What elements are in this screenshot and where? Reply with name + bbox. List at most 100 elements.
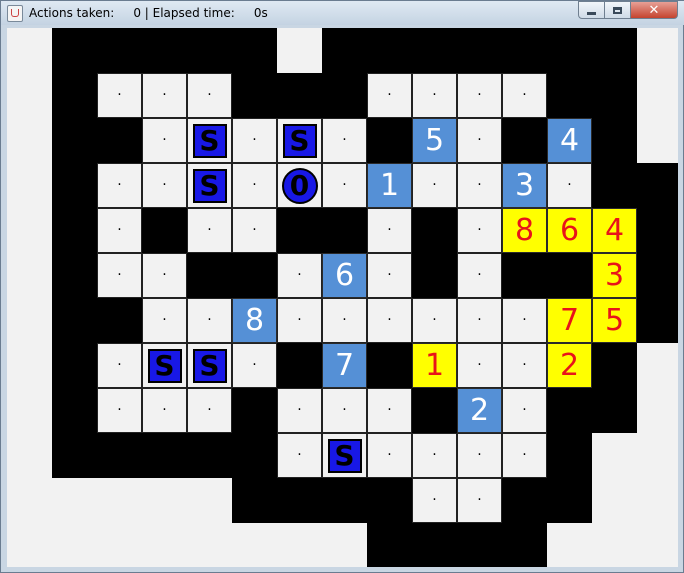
floor-cell[interactable]: · (142, 388, 187, 433)
wall-cell (547, 388, 592, 433)
empty-cell (187, 523, 232, 567)
zero-piece[interactable]: 0 (277, 163, 322, 208)
floor-cell[interactable]: · (457, 73, 502, 118)
floor-cell[interactable]: · (457, 253, 502, 298)
s-piece[interactable]: S (187, 163, 232, 208)
floor-cell[interactable]: · (412, 298, 457, 343)
floor-cell[interactable]: · (187, 298, 232, 343)
close-button[interactable]: ✕ (630, 1, 678, 19)
floor-cell[interactable]: · (502, 388, 547, 433)
blue-number-tile[interactable]: 5 (412, 118, 457, 163)
yellow-number-tile[interactable]: 8 (502, 208, 547, 253)
floor-cell[interactable]: · (367, 253, 412, 298)
blue-number-tile[interactable]: 8 (232, 298, 277, 343)
floor-cell[interactable]: · (322, 163, 367, 208)
empty-cell (637, 433, 678, 478)
floor-cell[interactable]: · (412, 73, 457, 118)
floor-cell[interactable]: · (142, 118, 187, 163)
floor-cell[interactable]: · (142, 163, 187, 208)
floor-cell[interactable]: · (322, 298, 367, 343)
floor-cell[interactable]: · (97, 73, 142, 118)
floor-cell[interactable]: · (187, 388, 232, 433)
wall-cell (367, 28, 412, 73)
floor-cell[interactable]: · (232, 208, 277, 253)
s-piece[interactable]: S (187, 118, 232, 163)
title-bar[interactable]: Actions taken: 0 | Elapsed time: 0s ✕ (1, 1, 684, 25)
floor-cell[interactable]: · (412, 163, 457, 208)
blue-number-tile[interactable]: 2 (457, 388, 502, 433)
floor-cell[interactable]: · (97, 388, 142, 433)
floor-cell[interactable]: · (97, 208, 142, 253)
floor-cell[interactable]: · (277, 433, 322, 478)
floor-cell[interactable]: · (322, 388, 367, 433)
s-piece[interactable]: S (322, 433, 367, 478)
floor-cell[interactable]: · (547, 163, 592, 208)
s-piece[interactable]: S (142, 343, 187, 388)
blue-number-tile[interactable]: 3 (502, 163, 547, 208)
floor-cell[interactable]: · (277, 298, 322, 343)
floor-cell[interactable]: · (322, 118, 367, 163)
floor-cell[interactable]: · (412, 433, 457, 478)
wall-cell (412, 523, 457, 567)
wall-cell (322, 73, 367, 118)
empty-cell (637, 388, 678, 433)
floor-cell[interactable]: · (457, 343, 502, 388)
floor-cell[interactable]: · (232, 163, 277, 208)
s-piece[interactable]: S (187, 343, 232, 388)
blue-number-tile[interactable]: 1 (367, 163, 412, 208)
s-piece[interactable]: S (277, 118, 322, 163)
floor-cell[interactable]: · (367, 208, 412, 253)
yellow-number-tile[interactable]: 5 (592, 298, 637, 343)
floor-cell[interactable]: · (367, 298, 412, 343)
floor-cell[interactable]: · (457, 208, 502, 253)
floor-dot: · (162, 266, 167, 283)
empty-cell (142, 523, 187, 567)
floor-cell[interactable]: · (502, 298, 547, 343)
floor-cell[interactable]: · (367, 388, 412, 433)
blue-number-tile[interactable]: 7 (322, 343, 367, 388)
game-board[interactable]: · · · · · · · · S · S · 5 · 4 · · S · 0 · 1 · · 3 · · · · · · 8 6 4 · · · 6 · ·… (7, 28, 678, 567)
floor-cell[interactable]: · (232, 118, 277, 163)
empty-cell (7, 253, 52, 298)
floor-cell[interactable]: · (232, 343, 277, 388)
wall-cell (412, 208, 457, 253)
yellow-number-tile[interactable]: 3 (592, 253, 637, 298)
floor-cell[interactable]: · (97, 163, 142, 208)
floor-cell[interactable]: · (367, 433, 412, 478)
floor-dot: · (387, 446, 392, 463)
floor-cell[interactable]: · (457, 433, 502, 478)
floor-cell[interactable]: · (457, 298, 502, 343)
floor-cell[interactable]: · (412, 478, 457, 523)
yellow-number-tile[interactable]: 7 (547, 298, 592, 343)
floor-cell[interactable]: · (367, 73, 412, 118)
floor-cell[interactable]: · (502, 73, 547, 118)
floor-cell[interactable]: · (142, 73, 187, 118)
minimize-button[interactable] (578, 1, 605, 19)
yellow-number-tile[interactable]: 4 (592, 208, 637, 253)
floor-cell[interactable]: · (97, 253, 142, 298)
yellow-number-tile[interactable]: 2 (547, 343, 592, 388)
wall-cell (187, 433, 232, 478)
floor-cell[interactable]: · (142, 253, 187, 298)
floor-cell[interactable]: · (457, 478, 502, 523)
floor-dot: · (522, 311, 527, 328)
blue-number-tile[interactable]: 4 (547, 118, 592, 163)
floor-cell[interactable]: · (277, 253, 322, 298)
floor-dot: · (207, 86, 212, 103)
yellow-number-tile[interactable]: 6 (547, 208, 592, 253)
floor-cell[interactable]: · (187, 208, 232, 253)
maximize-button[interactable] (604, 1, 631, 19)
floor-cell[interactable]: · (97, 343, 142, 388)
floor-dot: · (342, 176, 347, 193)
yellow-number-tile[interactable]: 1 (412, 343, 457, 388)
floor-cell[interactable]: · (457, 118, 502, 163)
s-piece-label: S (282, 123, 317, 158)
wall-cell (232, 433, 277, 478)
floor-cell[interactable]: · (502, 343, 547, 388)
floor-cell[interactable]: · (142, 298, 187, 343)
floor-cell[interactable]: · (457, 163, 502, 208)
floor-cell[interactable]: · (187, 73, 232, 118)
blue-number-tile[interactable]: 6 (322, 253, 367, 298)
floor-cell[interactable]: · (502, 433, 547, 478)
floor-cell[interactable]: · (277, 388, 322, 433)
